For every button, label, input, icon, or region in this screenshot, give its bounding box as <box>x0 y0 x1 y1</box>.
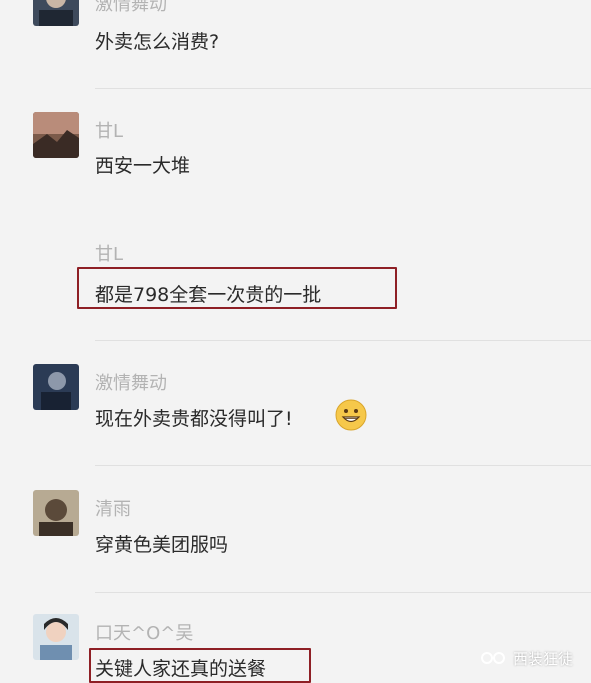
divider <box>95 340 591 341</box>
avatar[interactable] <box>33 364 79 410</box>
sender-name: 激情舞动 <box>95 0 167 15</box>
avatar[interactable] <box>33 490 79 536</box>
message-text: 穿黄色美团服吗 <box>95 534 229 556</box>
sender-name: 口天^O^吴 <box>95 623 194 644</box>
watermark: 西装狂徒 <box>479 647 573 669</box>
highlight-box <box>77 267 397 309</box>
sender-name: 甘L <box>95 244 124 265</box>
wechat-channel-icon <box>480 652 505 664</box>
avatar[interactable] <box>33 112 79 158</box>
sender-name: 清雨 <box>95 499 131 520</box>
divider <box>95 88 591 89</box>
grinning-face-icon <box>335 399 367 431</box>
message-text: 西安一大堆 <box>95 155 191 177</box>
highlight-box <box>89 648 311 683</box>
sender-name: 甘L <box>95 121 124 142</box>
watermark-text: 西装狂徒 <box>512 649 573 668</box>
avatar[interactable] <box>33 0 79 26</box>
message-text: 现在外卖贵都没得叫了! <box>95 408 293 430</box>
divider <box>95 592 591 593</box>
sender-name: 激情舞动 <box>95 373 167 394</box>
chat-list: 激情舞动 外卖怎么消费? 甘L 西安一大堆 甘L 都是798全套一次贵的一批 激… <box>0 0 591 683</box>
avatar[interactable] <box>33 614 79 660</box>
message-text: 外卖怎么消费? <box>95 31 220 53</box>
divider <box>95 465 591 466</box>
